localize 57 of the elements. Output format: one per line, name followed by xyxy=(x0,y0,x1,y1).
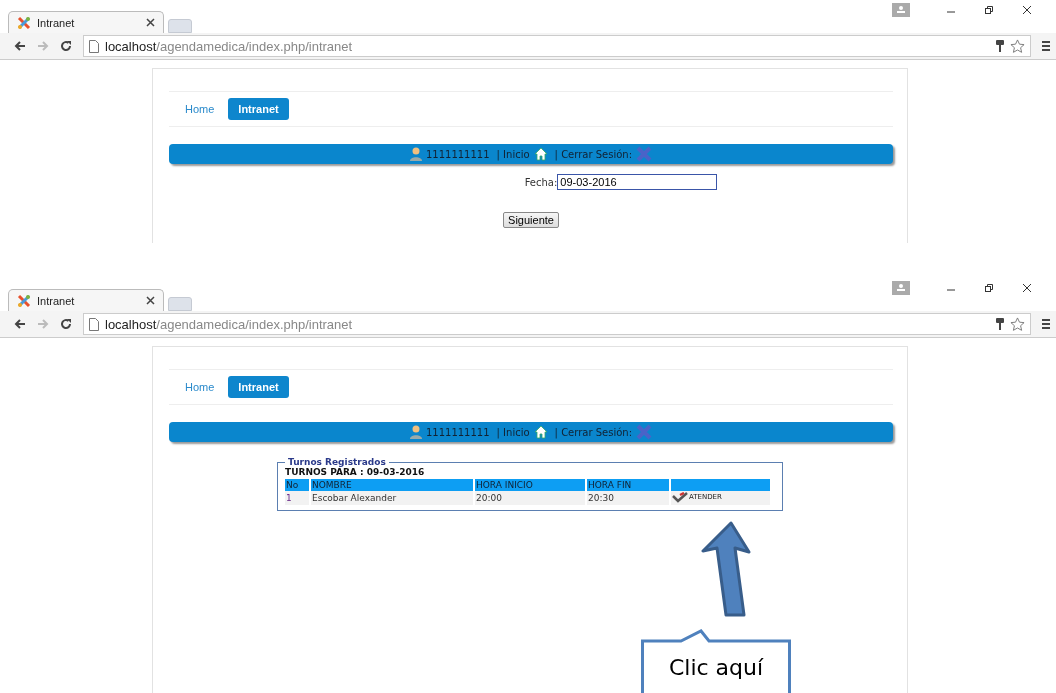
user-icon xyxy=(409,425,422,439)
user-icon xyxy=(409,147,422,161)
favicon-icon xyxy=(17,15,31,30)
restore-icon[interactable] xyxy=(984,4,994,15)
menu-icon[interactable] xyxy=(1042,318,1050,330)
inicio-link[interactable]: | Inicio xyxy=(496,148,530,160)
panel-legend: Turnos Registrados xyxy=(285,457,389,467)
inicio-link[interactable]: | Inicio xyxy=(496,426,530,438)
back-icon[interactable] xyxy=(14,40,26,52)
close-icon[interactable] xyxy=(1022,282,1032,293)
browser-tab[interactable]: Intranet xyxy=(8,11,164,33)
column-header: No xyxy=(285,479,309,491)
column-header: NOMBRE xyxy=(311,479,473,491)
favicon-icon xyxy=(17,293,31,308)
page-icon xyxy=(89,39,99,53)
column-header: HORA FIN xyxy=(587,479,669,491)
table-cell: 20:30 xyxy=(587,491,669,505)
callout-text: Clic aquí xyxy=(668,655,764,680)
back-icon[interactable] xyxy=(14,318,26,330)
close-icon[interactable] xyxy=(146,18,155,27)
date-input[interactable]: 09-03-2016 xyxy=(557,174,718,190)
home-icon[interactable] xyxy=(533,147,548,161)
restore-icon[interactable] xyxy=(984,282,994,293)
close-icon[interactable] xyxy=(1022,4,1032,15)
address-bar[interactable]: localhost/agendamedica/index.php/intranet xyxy=(83,313,1031,335)
next-button[interactable]: Siguiente xyxy=(503,212,559,228)
user-id: 1111111111 xyxy=(425,426,490,438)
tab-title: Intranet xyxy=(37,294,76,307)
list-heading: TURNOS PARA : 09-03-2016 xyxy=(285,467,426,477)
table-cell: Escobar Alexander xyxy=(311,491,473,505)
table-cell: 1 xyxy=(285,491,309,505)
table-cell: 20:00 xyxy=(475,491,585,505)
date-label: Fecha: xyxy=(524,176,558,188)
nav-tab[interactable]: Home xyxy=(175,376,225,398)
logout-link[interactable]: | Cerrar Sesión: xyxy=(554,148,633,160)
star-icon[interactable] xyxy=(1010,316,1025,332)
column-header: HORA INICIO xyxy=(475,479,585,491)
nav-tab[interactable]: Intranet xyxy=(228,98,289,120)
key-icon[interactable] xyxy=(996,40,1004,52)
nav-tab[interactable]: Home xyxy=(175,98,225,120)
address-bar[interactable]: localhost/agendamedica/index.php/intranet xyxy=(83,35,1031,57)
star-icon[interactable] xyxy=(1010,38,1025,54)
menu-icon[interactable] xyxy=(1042,40,1050,52)
close-icon[interactable] xyxy=(146,296,155,305)
home-icon[interactable] xyxy=(533,425,548,439)
reload-icon[interactable] xyxy=(60,40,72,52)
reload-icon[interactable] xyxy=(60,318,72,330)
user-id: 1111111111 xyxy=(425,148,490,160)
url-text: localhost/agendamedica/index.php/intranet xyxy=(105,38,353,54)
logout-link[interactable]: | Cerrar Sesión: xyxy=(554,426,633,438)
url-text: localhost/agendamedica/index.php/intranet xyxy=(105,316,353,332)
key-icon[interactable] xyxy=(996,318,1004,330)
browser-tab[interactable]: Intranet xyxy=(8,289,164,311)
tab-title: Intranet xyxy=(37,16,76,29)
pencil-check-icon xyxy=(672,491,688,503)
page-icon xyxy=(89,317,99,331)
nav-tab[interactable]: Intranet xyxy=(228,376,289,398)
